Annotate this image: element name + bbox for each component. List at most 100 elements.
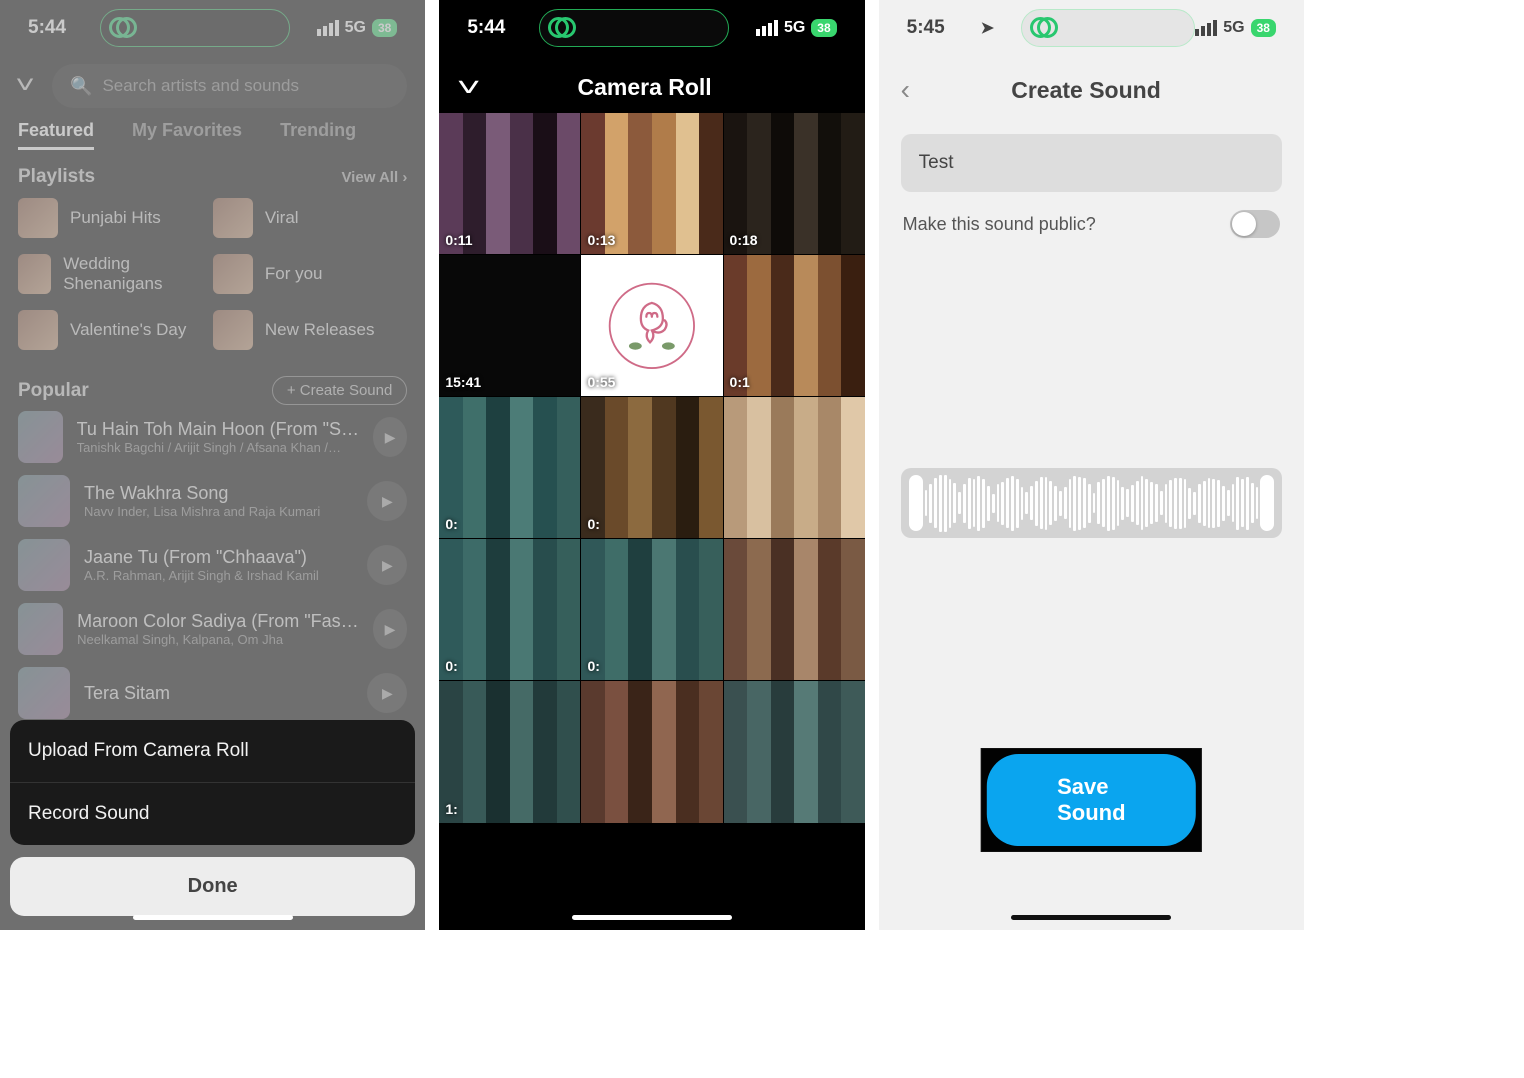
track-artist: Navv Inder, Lisa Mishra and Raja Kumari [84,504,353,519]
waveform-bar [1131,485,1134,522]
track-row[interactable]: Tera Sitam▶ [18,667,407,719]
track-title: Maroon Color Sadiya (From "Fas… [77,611,358,632]
tab-trending[interactable]: Trending [280,120,356,150]
playlist-name: New Releases [265,320,375,340]
media-thumbnail[interactable]: 0:11 [439,113,580,254]
clock: 5:45 [907,17,979,39]
waveform-bar [944,475,947,532]
create-sound-title: Create Sound [890,77,1282,104]
view-all-link[interactable]: View All › [341,169,407,186]
waveform-bar [1165,484,1168,523]
dismiss-chevron-icon[interactable]: ˅ [457,72,481,103]
play-icon[interactable]: ▶ [373,609,408,649]
playlist-name: For you [265,264,323,284]
waveform-bar [939,475,942,532]
track-title: Tu Hain Toh Main Hoon (From "S… [77,419,360,440]
dynamic-island [1021,9,1195,47]
waveform-trimmer[interactable] [901,468,1282,538]
waveform-bar [963,484,966,523]
media-thumbnail[interactable] [724,539,865,680]
play-icon[interactable]: ▶ [367,545,407,585]
media-thumbnail[interactable]: 0: [439,397,580,538]
waveform-bar [1073,476,1076,531]
media-thumbnail[interactable]: 0: [581,539,722,680]
search-placeholder: Search artists and sounds [102,76,299,96]
waveform-bar [1236,477,1239,530]
track-row[interactable]: The Wakhra SongNavv Inder, Lisa Mishra a… [18,475,407,527]
public-toggle[interactable] [1230,210,1280,238]
media-thumbnail[interactable]: 0: [439,539,580,680]
duration-label: 0: [587,658,599,674]
waveform-bar [1208,478,1211,528]
play-icon[interactable]: ▶ [367,481,407,521]
media-thumbnail[interactable] [724,681,865,822]
waveform-bar [1155,484,1158,522]
playlist-item[interactable]: For you [213,254,400,294]
playlist-item[interactable]: Viral [213,198,400,238]
record-sound[interactable]: Record Sound [10,782,415,845]
waveform-bar [1136,481,1139,525]
clock: 5:44 [467,17,539,39]
media-thumbnail[interactable] [724,397,865,538]
track-thumb [18,667,70,719]
playlist-item[interactable]: Valentine's Day [18,310,205,350]
trim-handle-right[interactable] [1260,475,1274,531]
status-bar: 5:44 5G 38 [0,0,425,56]
waveform-bar [982,479,985,528]
waveform-bar [1193,492,1196,515]
media-thumbnail[interactable]: 0: [581,397,722,538]
duration-label: 1: [445,801,457,817]
sound-name-input[interactable]: Test [901,134,1282,192]
media-thumbnail[interactable]: 0:18 [724,113,865,254]
status-bar: 5:45 ➤ 5G 38 [879,0,1304,56]
waveform-bar [968,478,971,529]
waveform-bar [953,483,956,523]
done-button[interactable]: Done [10,857,415,916]
home-indicator [1011,915,1171,920]
waveform-bar [1198,484,1201,523]
track-row[interactable]: Jaane Tu (From "Chhaava")A.R. Rahman, Ar… [18,539,407,591]
waveform-bar [1141,476,1144,530]
sounds-content: ˅ 🔍 Search artists and sounds Featured M… [0,56,425,791]
upload-from-camera-roll[interactable]: Upload From Camera Roll [10,720,415,782]
media-thumbnail[interactable]: 0:13 [581,113,722,254]
media-thumbnail[interactable]: 1: [439,681,580,822]
waveform-bar [929,484,932,523]
ganesha-logo-icon [606,280,698,372]
tab-featured[interactable]: Featured [18,120,94,150]
playlist-item[interactable]: Wedding Shenanigans [18,254,205,294]
home-indicator [133,915,293,920]
home-indicator [572,915,732,920]
dismiss-chevron-icon[interactable]: ˅ [15,72,35,100]
waveform-bar [1169,480,1172,527]
popular-heading: Popular [18,380,89,402]
waveform-bar [1025,492,1028,514]
play-icon[interactable]: ▶ [373,417,407,457]
signal-icon [317,20,339,36]
media-thumbnail[interactable] [581,681,722,822]
search-input[interactable]: 🔍 Search artists and sounds [52,64,407,108]
track-title: Jaane Tu (From "Chhaava") [84,547,353,568]
playlist-item[interactable]: New Releases [213,310,400,350]
track-row[interactable]: Tu Hain Toh Main Hoon (From "S…Tanishk B… [18,411,407,463]
public-label: Make this sound public? [903,214,1096,235]
media-thumbnail[interactable]: 0:1 [724,255,865,396]
track-row[interactable]: Maroon Color Sadiya (From "Fas…Neelkamal… [18,603,407,655]
waveform-bar [1112,477,1115,530]
play-icon[interactable]: ▶ [367,673,407,713]
media-thumbnail[interactable]: 0:55 [581,255,722,396]
waveform-bar [1179,478,1182,529]
waveform-bar [1102,479,1105,527]
tab-favorites[interactable]: My Favorites [132,120,242,150]
search-icon: 🔍 [70,76,92,97]
playlist-item[interactable]: Punjabi Hits [18,198,205,238]
track-artist: Neelkamal Singh, Kalpana, Om Jha [77,632,358,647]
media-thumbnail[interactable]: 15:41 [439,255,580,396]
waveform-bar [992,494,995,513]
create-sound-button[interactable]: + Create Sound [272,376,408,405]
battery-badge: 38 [372,19,397,37]
trim-handle-left[interactable] [909,475,923,531]
waveform-bar [987,486,990,521]
save-sound-button[interactable]: Save Sound [987,754,1195,846]
waveform-bar [1222,486,1225,521]
